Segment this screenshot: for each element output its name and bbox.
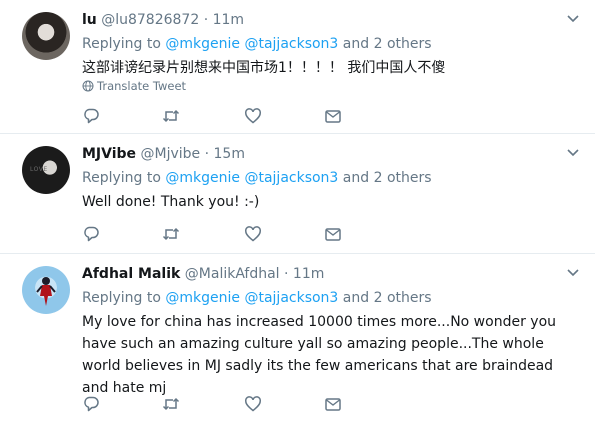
replying-prefix: Replying to (82, 170, 161, 186)
display-name[interactable]: MJVibe (82, 146, 136, 162)
user-handle[interactable]: @Mjvibe (141, 146, 201, 162)
timestamp[interactable]: 11m (213, 12, 244, 28)
timestamp[interactable]: 11m (293, 266, 324, 282)
display-name[interactable]: lu (82, 12, 97, 28)
separator-dot: · (284, 266, 289, 282)
heart-icon[interactable] (244, 107, 262, 125)
replying-to: Replying to @mkgenie @tajjackson3 and 2 … (82, 288, 432, 308)
tweet-text: Well done! Thank you! :-) (82, 194, 260, 210)
tweet-feed: lu @lu87826872 · 11m Replying to @mkgeni… (0, 0, 595, 422)
chevron-down-icon[interactable] (565, 11, 581, 25)
avatar-text: LOVE (30, 166, 48, 173)
globe-icon (82, 80, 94, 92)
avatar[interactable]: LOVE (22, 146, 70, 194)
retweet-icon[interactable] (162, 395, 180, 413)
tweet-header: Afdhal Malik @MalikAfdhal · 11m (82, 264, 324, 284)
mention-link[interactable]: @mkgenie (165, 36, 240, 52)
tweet-text: 这部诽谤纪录片别想来中国市场1！！！！ 我们中国人不傻 (82, 60, 446, 76)
replying-prefix: Replying to (82, 36, 161, 52)
user-handle[interactable]: @MalikAfdhal (185, 266, 280, 282)
reply-icon[interactable] (82, 225, 100, 243)
tweet-header: MJVibe @Mjvibe · 15m (82, 144, 245, 164)
chevron-down-icon[interactable] (565, 265, 581, 279)
replying-to: Replying to @mkgenie @tajjackson3 and 2 … (82, 34, 432, 54)
envelope-icon[interactable] (324, 107, 342, 125)
envelope-icon[interactable] (324, 225, 342, 243)
reply-icon[interactable] (82, 107, 100, 125)
mention-link[interactable]: @tajjackson3 (244, 170, 338, 186)
tweet-actions (82, 225, 352, 243)
separator-dot: · (204, 146, 210, 162)
mention-link[interactable]: @tajjackson3 (244, 290, 338, 306)
tweet-actions (82, 107, 352, 125)
envelope-icon[interactable] (324, 395, 342, 413)
tweet-header: lu @lu87826872 · 11m (82, 10, 244, 30)
user-handle[interactable]: @lu87826872 (101, 12, 199, 28)
tweet[interactable]: lu @lu87826872 · 11m Replying to @mkgeni… (0, 0, 595, 134)
retweet-icon[interactable] (162, 107, 180, 125)
replying-to: Replying to @mkgenie @tajjackson3 and 2 … (82, 168, 432, 188)
replying-prefix: Replying to (82, 290, 161, 306)
display-name[interactable]: Afdhal Malik (82, 266, 180, 282)
tweet-actions (82, 395, 352, 413)
tweet-text: My love for china has increased 10000 ti… (82, 314, 557, 396)
tweet[interactable]: Afdhal Malik @MalikAfdhal · 11m Replying… (0, 254, 595, 422)
tweet[interactable]: LOVE MJVibe @Mjvibe · 15m Replying to @m… (0, 134, 595, 254)
mention-link[interactable]: @mkgenie (165, 290, 240, 306)
chevron-down-icon[interactable] (565, 145, 581, 159)
mention-link[interactable]: @tajjackson3 (244, 36, 338, 52)
others-link[interactable]: and 2 others (343, 290, 432, 306)
timestamp[interactable]: 15m (214, 146, 245, 162)
avatar[interactable] (22, 12, 70, 60)
retweet-icon[interactable] (162, 225, 180, 243)
translate-label: Translate Tweet (97, 79, 187, 93)
others-link[interactable]: and 2 others (343, 36, 432, 52)
avatar[interactable] (22, 266, 70, 314)
heart-icon[interactable] (244, 225, 262, 243)
translate-tweet-link[interactable]: Translate Tweet (82, 78, 186, 94)
others-link[interactable]: and 2 others (343, 170, 432, 186)
spider-figure-icon (36, 277, 56, 306)
mention-link[interactable]: @mkgenie (165, 170, 240, 186)
reply-icon[interactable] (82, 395, 100, 413)
heart-icon[interactable] (244, 395, 262, 413)
separator-dot: · (203, 12, 209, 28)
